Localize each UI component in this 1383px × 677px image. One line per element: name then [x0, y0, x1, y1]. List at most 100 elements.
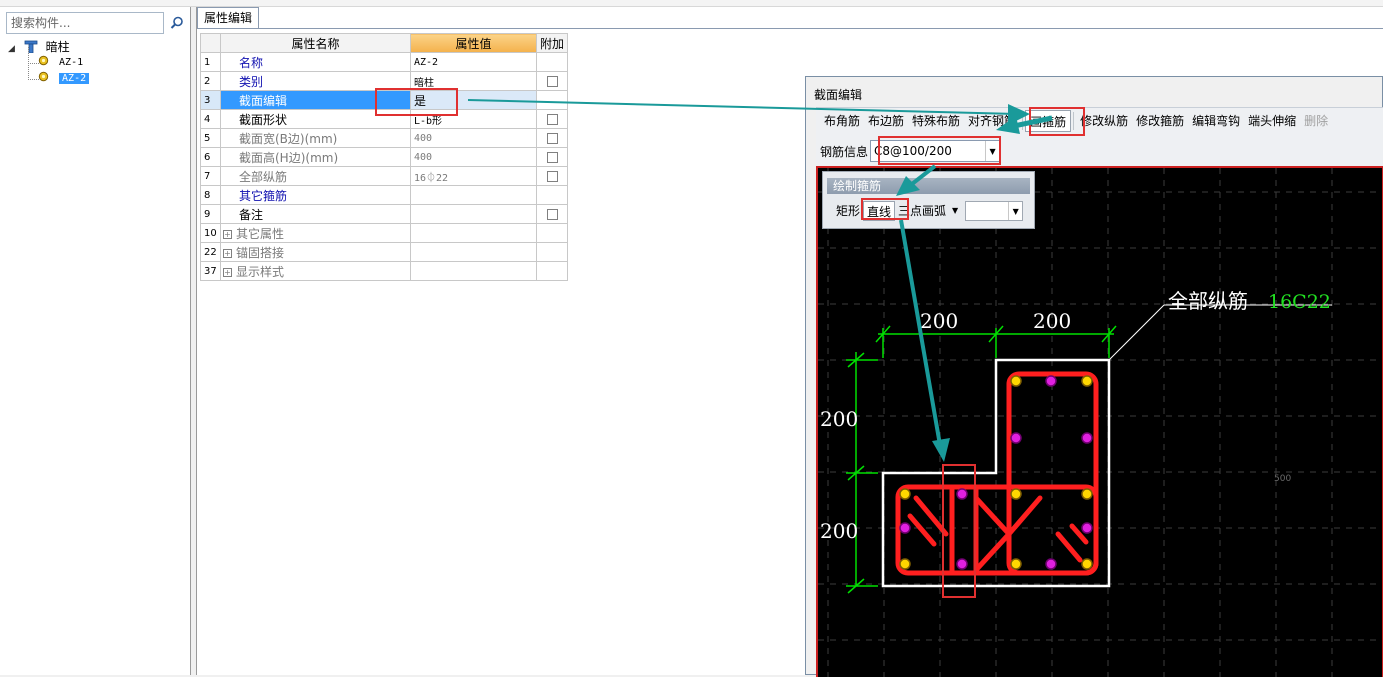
table-row-group[interactable]: 37 + 显示样式	[200, 261, 569, 281]
modify-long-rebar-button[interactable]: 修改纵筋	[1076, 110, 1132, 132]
line-mode-button[interactable]: 直线	[863, 201, 896, 221]
gear-icon	[38, 71, 49, 82]
gear-icon	[38, 55, 49, 66]
header-value[interactable]: 属性值	[410, 33, 537, 53]
row-extra	[535, 128, 569, 148]
expand-plus-icon[interactable]: +	[223, 248, 232, 258]
row-value[interactable]: 16⏀22	[410, 166, 537, 186]
modify-stirrup-button[interactable]: 修改箍筋	[1132, 110, 1188, 132]
edit-hook-button[interactable]: 编辑弯钩	[1188, 110, 1244, 132]
row-extra	[535, 71, 569, 91]
dim-top-right: 200	[1033, 309, 1071, 333]
rebar-info-combo[interactable]: C8@100/200 ▼	[870, 140, 1001, 162]
section-editor-window: 截面编辑 布角筋 布边筋 特殊布筋 对齐钢筋 画箍筋 修改纵筋 修改箍筋 编辑弯…	[805, 76, 1383, 677]
align-rebar-button[interactable]: 对齐钢筋	[964, 110, 1020, 132]
table-row[interactable]: 6 截面高(H边)(mm) 400	[200, 147, 569, 167]
end-extend-button[interactable]: 端头伸缩	[1244, 110, 1300, 132]
search-icon	[170, 16, 183, 29]
extra-checkbox[interactable]	[546, 114, 558, 125]
table-row[interactable]: 8 其它箍筋	[200, 185, 569, 205]
property-table: 属性名称 属性值 附加 1 名称 AZ-2 2 类别 暗柱 3 截面编辑 是 4…	[200, 33, 569, 281]
table-header-row: 属性名称 属性值 附加	[200, 33, 569, 53]
row-value[interactable]: 是	[410, 90, 537, 110]
edge-rebar-button[interactable]: 布边筋	[864, 110, 908, 132]
search-button[interactable]	[166, 12, 188, 34]
component-tree: ◢ 暗柱 AZ-1 AZ-2	[8, 39, 188, 87]
extra-checkbox[interactable]	[546, 171, 558, 182]
table-row-group[interactable]: 22 + 锚固搭接	[200, 242, 569, 262]
row-number: 2	[200, 71, 221, 91]
table-row[interactable]: 9 备注	[200, 204, 569, 224]
draw-panel-title: 绘制箍筋	[827, 178, 1030, 194]
row-name-group: + 其它属性	[220, 223, 411, 243]
row-value[interactable]: L-b形	[410, 109, 537, 129]
section-canvas[interactable]: 500 全部纵筋 16C22 200 200 200 200	[816, 166, 1383, 677]
extra-checkbox[interactable]	[546, 133, 558, 144]
delete-button[interactable]: 删除	[1300, 110, 1332, 132]
rebar-corner-icon	[1010, 558, 1022, 570]
component-tree-panel: 搜索构件... ◢ 暗柱 AZ-1 AZ-2	[0, 7, 191, 675]
arc-mode-button[interactable]: 三点画弧	[895, 201, 949, 221]
rebar-info-label: 钢筋信息	[820, 144, 869, 159]
rect-mode-button[interactable]: 矩形	[833, 201, 863, 221]
row-number: 22	[200, 242, 221, 262]
expand-plus-icon[interactable]: +	[223, 229, 232, 239]
table-row[interactable]: 4 截面形状 L-b形	[200, 109, 569, 129]
row-value	[410, 261, 537, 281]
tree-node-label: 暗柱	[45, 40, 70, 54]
draw-stirrup-panel: 绘制箍筋 矩形 直线 三点画弧 ▼ ▼	[822, 171, 1035, 229]
expand-plus-icon[interactable]: +	[223, 267, 232, 277]
rebar-corner-icon	[1010, 375, 1022, 387]
row-name: 类别	[220, 71, 411, 91]
section-drawing[interactable]: 500 全部纵筋 16C22 200 200 200 200	[818, 168, 1382, 677]
rebar-edge-icon	[956, 558, 968, 570]
row-extra	[535, 223, 569, 243]
table-row[interactable]: 1 名称 AZ-2	[200, 52, 569, 72]
rebar-edge-icon	[1045, 375, 1057, 387]
draw-stirrup-button[interactable]: 画箍筋	[1025, 110, 1072, 132]
row-value[interactable]: 400	[410, 128, 537, 148]
group-label: 锚固搭接	[236, 245, 285, 260]
dim-left-upper: 200	[820, 407, 858, 431]
corner-rebar-button[interactable]: 布角筋	[820, 110, 864, 132]
row-value[interactable]: 暗柱	[410, 71, 537, 91]
row-extra	[535, 109, 569, 129]
table-row[interactable]: 5 截面宽(B边)(mm) 400	[200, 128, 569, 148]
header-name[interactable]: 属性名称	[220, 33, 411, 53]
group-label: 显示样式	[236, 264, 285, 279]
row-value	[410, 242, 537, 262]
rebar-corner-icon	[1081, 488, 1093, 500]
special-rebar-button[interactable]: 特殊布筋	[908, 110, 964, 132]
row-name: 全部纵筋	[220, 166, 411, 186]
tree-node-label: AZ-1	[59, 57, 84, 68]
row-number: 9	[200, 204, 221, 224]
header-extra[interactable]: 附加	[535, 33, 569, 53]
table-row-group[interactable]: 10 + 其它属性	[200, 223, 569, 243]
search-input[interactable]: 搜索构件...	[6, 12, 164, 34]
toolbar-separator	[1073, 112, 1075, 130]
row-value[interactable]: 400	[410, 147, 537, 167]
draw-option-combo[interactable]: ▼	[965, 201, 1024, 221]
dropdown-arrow-icon[interactable]: ▼	[1008, 202, 1022, 220]
row-value[interactable]	[410, 185, 537, 205]
row-name-group: + 锚固搭接	[220, 242, 411, 262]
row-name: 备注	[220, 204, 411, 224]
group-label: 其它属性	[236, 226, 285, 241]
table-row[interactable]: 2 类别 暗柱	[200, 71, 569, 91]
tab-property-edit[interactable]: 属性编辑	[197, 7, 259, 29]
arc-mode-dropdown[interactable]: ▼	[949, 201, 961, 221]
table-row-selected[interactable]: 3 截面编辑 是	[200, 90, 569, 110]
row-extra	[535, 204, 569, 224]
dropdown-arrow-icon[interactable]: ▼	[985, 141, 999, 161]
extra-checkbox[interactable]	[546, 209, 558, 220]
rebar-info-value[interactable]: C8@100/200	[871, 144, 985, 158]
row-value[interactable]	[410, 204, 537, 224]
row-value[interactable]: AZ-2	[410, 52, 537, 72]
table-row[interactable]: 7 全部纵筋 16⏀22	[200, 166, 569, 186]
tree-node-az2[interactable]: AZ-2	[8, 63, 188, 87]
row-name: 截面形状	[220, 109, 411, 129]
row-number: 8	[200, 185, 221, 205]
extra-checkbox[interactable]	[546, 152, 558, 163]
extra-checkbox[interactable]	[546, 76, 558, 87]
row-extra	[535, 90, 569, 110]
